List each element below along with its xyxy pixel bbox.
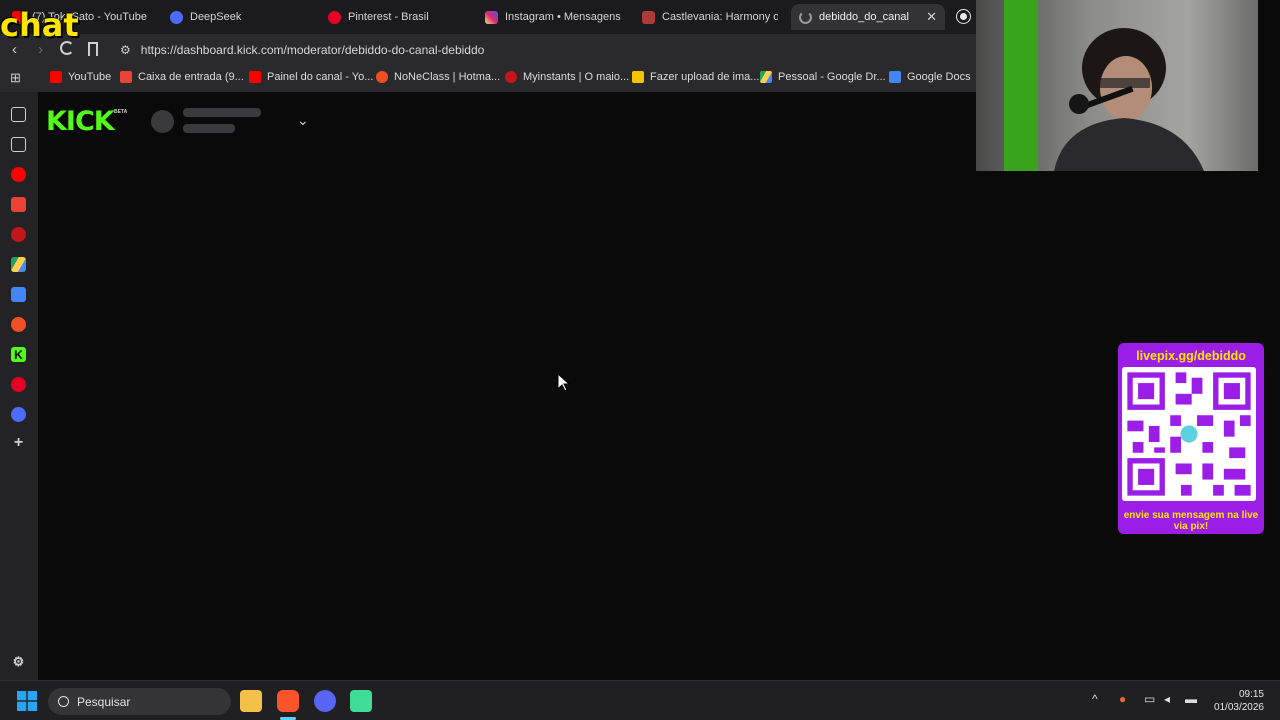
kick-dashboard-page: KICK BETA ⌄: [38, 92, 1280, 680]
search-icon: [58, 696, 69, 707]
deepseek-icon[interactable]: [11, 407, 26, 422]
brave-browser-icon[interactable]: [277, 690, 299, 712]
bookmark-gmail[interactable]: Caixa de entrada (9...: [120, 71, 244, 83]
youtube-icon[interactable]: [11, 167, 26, 182]
gmail-icon[interactable]: [11, 197, 26, 212]
myinstants-icon[interactable]: [11, 227, 26, 242]
myinstants-icon: [505, 71, 517, 83]
channel-avatar-skeleton: [151, 110, 174, 133]
upload-icon: [632, 71, 644, 83]
discord-icon[interactable]: [314, 690, 336, 712]
bookmark-youtube[interactable]: YouTube: [50, 71, 111, 83]
bookmark-label: Painel do canal - Yo...: [267, 71, 374, 83]
url-text[interactable]: https://dashboard.kick.com/moderator/deb…: [141, 43, 485, 57]
beta-badge: BETA: [114, 109, 128, 115]
tab-label: debiddo_do_canal_de: [819, 11, 909, 23]
tab-instagram[interactable]: Instagram • Mensagens: [485, 4, 635, 30]
google-drive-icon[interactable]: [11, 257, 26, 272]
show-hidden-icons-chevron-icon[interactable]: ^: [1092, 692, 1098, 706]
google-docs-icon[interactable]: [11, 287, 26, 302]
chat-overlay-label: chat: [0, 6, 79, 44]
bookmark-myinstants[interactable]: Myinstants | O maio...: [505, 71, 629, 83]
streamer-webcam-image: [1054, 28, 1204, 171]
streaming-app-icon[interactable]: [350, 690, 372, 712]
hotmart-icon[interactable]: [11, 317, 26, 332]
bookmark-icon[interactable]: [88, 42, 98, 56]
bookmark-label: Caixa de entrada (9...: [138, 71, 244, 83]
gmail-icon: [120, 71, 132, 83]
bookmark-label: YouTube: [68, 71, 112, 83]
notes-icon[interactable]: [11, 137, 26, 152]
settings-icon[interactable]: ⚙: [11, 654, 26, 669]
google-drive-icon: [760, 71, 772, 83]
kick-logo[interactable]: KICK: [46, 106, 115, 137]
windows-taskbar: Pesquisar ^ ● ▭ ◂ ▬ 09:15 01/03/2026: [0, 680, 1280, 720]
bookmark-label: NoNeClass | Hotma...: [394, 71, 501, 83]
bookmark-google-docs[interactable]: Google Docs: [889, 71, 971, 83]
bookmark-google-drive[interactable]: Pessoal - Google Dr...: [760, 71, 886, 83]
livepix-url: livepix.gg/debiddo: [1136, 349, 1246, 363]
close-tab-icon[interactable]: ✕: [926, 9, 937, 25]
google-docs-icon: [889, 71, 901, 83]
mouse-cursor-icon: [558, 374, 570, 392]
tab-kick-moderator[interactable]: debiddo_do_canal_de ✕: [791, 4, 945, 30]
bookmarks-bar: ⊞ YouTube Caixa de entrada (9... Painel …: [0, 66, 976, 92]
site-settings-icon[interactable]: ⚙: [120, 43, 131, 57]
network-icon[interactable]: ▭: [1144, 692, 1155, 706]
address-bar[interactable]: ⚙ https://dashboard.kick.com/moderator/d…: [112, 38, 974, 62]
browser-toolbar: ‹ › ⚙ https://dashboard.kick.com/moderat…: [0, 34, 976, 66]
tab-label: Pinterest - Brasil: [348, 11, 429, 23]
youtube-icon: [50, 71, 62, 83]
youtube-studio-icon: [249, 71, 261, 83]
livepix-message: envie sua mensagem na live via pix!: [1123, 510, 1259, 532]
bookmark-label: Fazer upload de ima...: [650, 71, 760, 83]
bookmark-label: Pessoal - Google Dr...: [778, 71, 886, 83]
bookmark-label: Myinstants | O maio...: [523, 71, 630, 83]
livepix-donation-panel: livepix.gg/debiddo envie sua mensagem na…: [1118, 343, 1264, 534]
webcam-overlay: [976, 0, 1258, 171]
castlevania-icon: [642, 10, 655, 24]
bookmark-hotmart[interactable]: NoNeClass | Hotma...: [376, 71, 500, 83]
tab-deepseek[interactable]: DeepSeek: [170, 4, 320, 30]
tab-pinterest[interactable]: Pinterest - Brasil: [328, 4, 478, 30]
tab-label: DeepSeek: [190, 11, 242, 23]
channel-switcher-chevron-icon[interactable]: ⌄: [297, 112, 309, 129]
deepseek-icon: [170, 10, 183, 24]
profile-icon[interactable]: [957, 10, 970, 23]
battery-icon[interactable]: ▬: [1185, 692, 1197, 706]
clock-date: 01/03/2026: [1213, 702, 1264, 713]
bookmark-youtube-studio[interactable]: Painel do canal - Yo...: [249, 71, 373, 83]
taskbar-search[interactable]: Pesquisar: [48, 688, 231, 715]
microphone-icon[interactable]: ●: [1119, 692, 1126, 706]
tab-castlevania[interactable]: Castlevania: Harmony of D: [642, 4, 778, 30]
browser-side-rail: K + ⚙: [0, 92, 38, 680]
search-placeholder: Pesquisar: [77, 694, 131, 709]
channel-subtitle-skeleton: [183, 124, 235, 133]
windows-start-icon[interactable]: [17, 691, 37, 711]
file-explorer-icon[interactable]: [240, 690, 262, 712]
pinterest-icon: [328, 10, 341, 24]
bookmark-label: Google Docs: [907, 71, 971, 83]
pinterest-icon[interactable]: [11, 377, 26, 392]
system-clock[interactable]: 09:15 01/03/2026: [1204, 688, 1264, 714]
loading-icon: [799, 10, 812, 24]
hotmart-icon: [376, 71, 388, 83]
browser-tab-bar: (7) TokuSato - YouTube DeepSeek Pinteres…: [0, 0, 976, 34]
qr-code-icon: [1122, 367, 1256, 501]
add-icon[interactable]: +: [11, 434, 26, 451]
reading-list-icon[interactable]: [11, 107, 26, 122]
kick-icon[interactable]: K: [11, 347, 26, 362]
clock-time: 09:15: [1238, 689, 1264, 700]
bookmark-upload[interactable]: Fazer upload de ima...: [632, 71, 759, 83]
green-curtain: [1004, 0, 1038, 171]
volume-icon[interactable]: ◂: [1164, 692, 1170, 706]
tab-label: Instagram • Mensagens: [505, 11, 621, 23]
apps-grid-icon[interactable]: ⊞: [10, 70, 21, 86]
channel-name-skeleton: [183, 108, 261, 117]
instagram-icon: [485, 10, 498, 24]
tab-label: Castlevania: Harmony of D: [662, 11, 778, 23]
